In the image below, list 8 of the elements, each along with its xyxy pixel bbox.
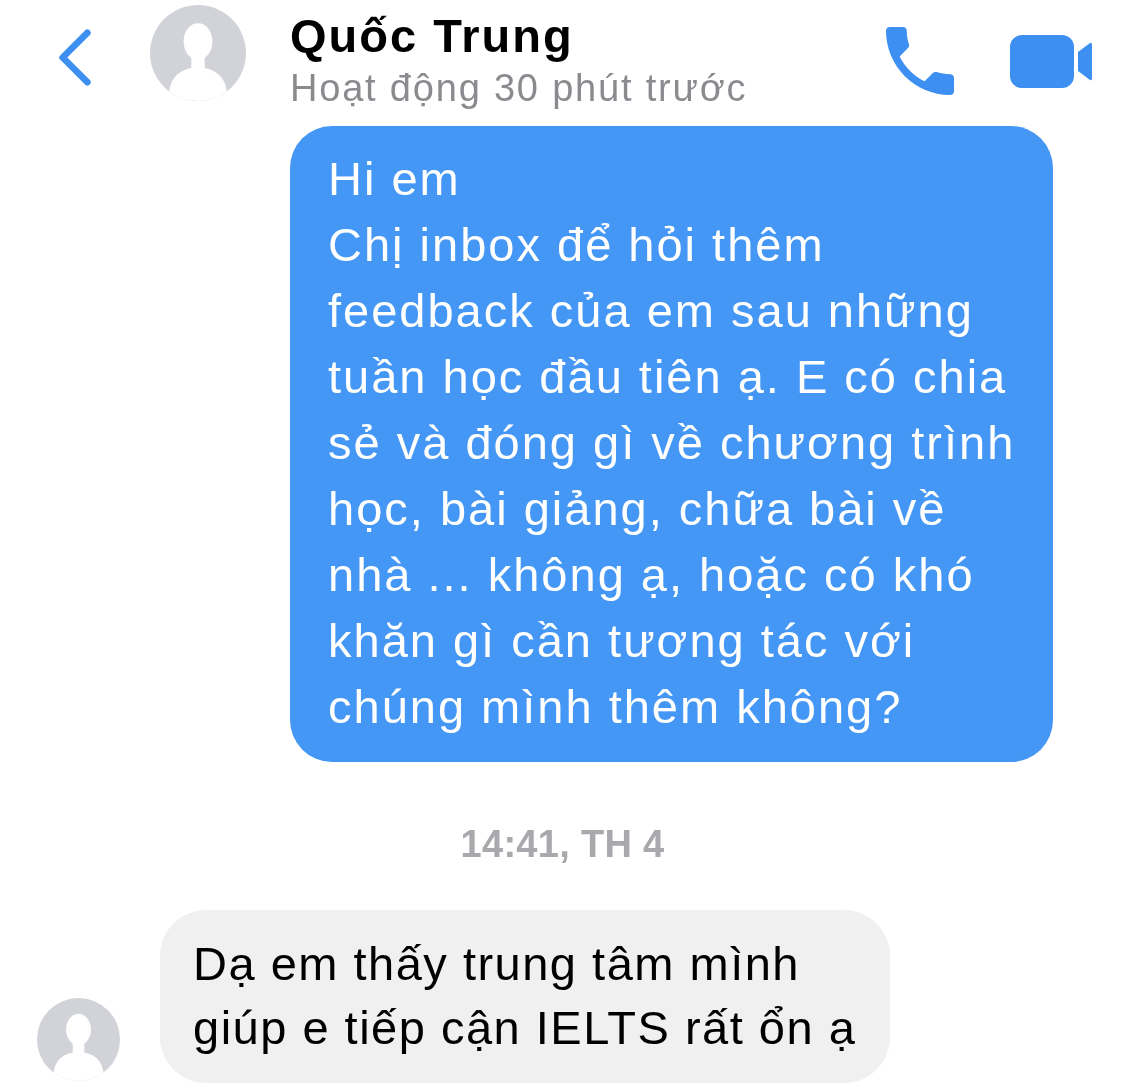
video-call-button[interactable] xyxy=(1010,35,1092,88)
avatar-icon xyxy=(150,5,246,101)
received-message-bubble: Dạ em thấy trung tâm mình giúp e tiếp cận IELTS rất ổn ạ xyxy=(160,910,890,1083)
contact-status: Hoạt động 30 phút trước xyxy=(290,67,748,109)
contact-name: Quốc Trung xyxy=(290,10,575,62)
call-button[interactable] xyxy=(885,27,955,95)
sent-message-bubble: Hi em Chị inbox để hỏi thêm feedback của em sau những tuần học đầu tiên ạ. E có chia sẻ và đóng gì về chương trình học, bài giảng, chữa bài về nhà ... không ạ, hoặc có khó khăn gì cần tương tác với chúng mình thêm không? xyxy=(290,126,1053,762)
message-timestamp: 14:41, TH 4 xyxy=(460,823,665,865)
